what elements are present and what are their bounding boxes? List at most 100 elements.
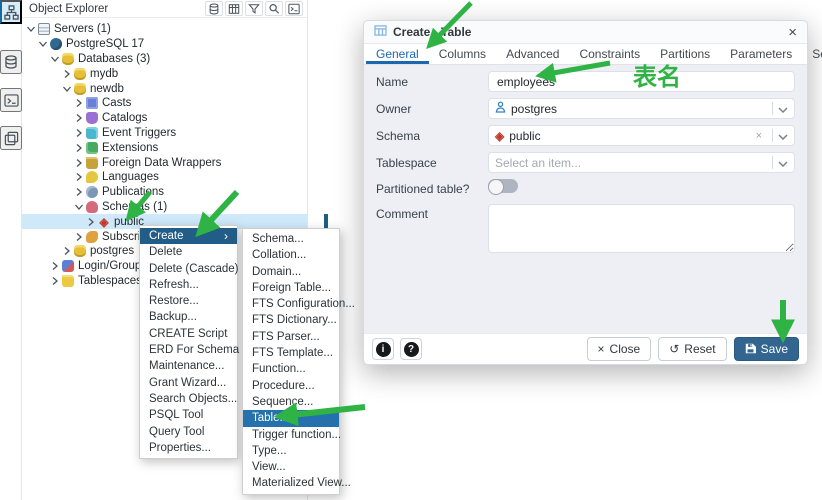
menu-item-table[interactable]: Table... bbox=[243, 410, 339, 426]
expand-caret-icon[interactable] bbox=[74, 232, 84, 242]
menu-item-fts-dictionary[interactable]: FTS Dictionary... bbox=[243, 312, 339, 328]
expand-caret-icon[interactable] bbox=[50, 276, 60, 286]
menu-item-properties[interactable]: Properties... bbox=[140, 440, 237, 456]
tree-item-databases-3[interactable]: Databases (3) bbox=[22, 52, 307, 67]
terminal-icon[interactable] bbox=[0, 88, 22, 112]
tree-item-extensions[interactable]: Extensions bbox=[22, 140, 307, 155]
collapse-caret-icon[interactable] bbox=[74, 202, 84, 212]
schema-select[interactable]: ◈ public × bbox=[488, 125, 795, 146]
menu-item-grant-wizard[interactable]: Grant Wizard... bbox=[140, 375, 237, 391]
chevron-down-icon[interactable] bbox=[778, 156, 788, 170]
tree-item-mydb[interactable]: mydb bbox=[22, 66, 307, 81]
expand-caret-icon[interactable] bbox=[74, 158, 84, 168]
tab-partitions[interactable]: Partitions bbox=[650, 44, 720, 64]
menu-item-type[interactable]: Type... bbox=[243, 443, 339, 459]
expand-caret-icon[interactable] bbox=[74, 128, 84, 138]
menu-item-trigger-function[interactable]: Trigger function... bbox=[243, 427, 339, 443]
tree-item-schemas-1[interactable]: Schemas (1) bbox=[22, 200, 307, 215]
close-icon[interactable]: × bbox=[788, 25, 797, 40]
tree-item-label: newdb bbox=[90, 83, 124, 95]
menu-item-maintenance[interactable]: Maintenance... bbox=[140, 358, 237, 374]
owner-select[interactable]: postgres bbox=[488, 98, 795, 119]
partitioned-toggle[interactable] bbox=[488, 179, 518, 193]
menu-item-delete[interactable]: Delete bbox=[140, 244, 237, 260]
expand-caret-icon[interactable] bbox=[86, 217, 96, 227]
menu-item-erd-for-schema[interactable]: ERD For Schema bbox=[140, 342, 237, 358]
menu-item-restore[interactable]: Restore... bbox=[140, 293, 237, 309]
tree-item-postgresql-17[interactable]: PostgreSQL 17 bbox=[22, 37, 307, 52]
menu-item-sequence[interactable]: Sequence... bbox=[243, 394, 339, 410]
menu-item-collation[interactable]: Collation... bbox=[243, 247, 339, 263]
expand-caret-icon[interactable] bbox=[74, 113, 84, 123]
tablespace-select[interactable]: Select an item... bbox=[488, 152, 795, 173]
subscriptions-icon bbox=[86, 231, 98, 243]
chevron-down-icon[interactable] bbox=[778, 129, 788, 143]
psql-quick-icon[interactable] bbox=[285, 1, 303, 16]
expand-caret-icon[interactable] bbox=[74, 187, 84, 197]
help-button[interactable]: ? bbox=[400, 338, 422, 360]
filter-icon[interactable] bbox=[245, 1, 263, 16]
tree-item-languages[interactable]: Languages bbox=[22, 170, 307, 185]
dependencies-icon[interactable] bbox=[0, 50, 22, 74]
collapse-caret-icon[interactable] bbox=[62, 84, 72, 94]
menu-item-query-tool[interactable]: Query Tool bbox=[140, 424, 237, 440]
tab-parameters[interactable]: Parameters bbox=[720, 44, 802, 64]
chevron-down-icon[interactable] bbox=[778, 102, 788, 116]
menu-item-psql-tool[interactable]: PSQL Tool bbox=[140, 407, 237, 423]
expand-caret-icon[interactable] bbox=[62, 69, 72, 79]
menu-item-domain[interactable]: Domain... bbox=[243, 264, 339, 280]
panel-title: Object Explorer bbox=[29, 3, 205, 15]
sql-info-button[interactable]: i bbox=[372, 338, 394, 360]
menu-item-schema[interactable]: Schema... bbox=[243, 231, 339, 247]
save-button[interactable]: Save bbox=[734, 337, 799, 361]
collapse-caret-icon[interactable] bbox=[26, 24, 36, 34]
menu-item-create-script[interactable]: CREATE Script bbox=[140, 326, 237, 342]
database-quick-icon[interactable] bbox=[205, 1, 223, 16]
expand-caret-icon[interactable] bbox=[74, 143, 84, 153]
search-icon[interactable] bbox=[265, 1, 283, 16]
menu-item-backup[interactable]: Backup... bbox=[140, 309, 237, 325]
tree-item-casts[interactable]: Casts bbox=[22, 96, 307, 111]
tree-item-newdb[interactable]: newdb bbox=[22, 81, 307, 96]
tab-constraints[interactable]: Constraints bbox=[569, 44, 650, 64]
menu-item-fts-parser[interactable]: FTS Parser... bbox=[243, 329, 339, 345]
menu-item-delete-cascade[interactable]: Delete (Cascade) bbox=[140, 261, 237, 277]
tab-advanced[interactable]: Advanced bbox=[496, 44, 569, 64]
expand-caret-icon[interactable] bbox=[50, 261, 60, 271]
reset-button[interactable]: ↺ Reset bbox=[658, 337, 726, 361]
menu-item-materialized-view[interactable]: Materialized View... bbox=[243, 475, 339, 491]
tree-item-label: Databases (3) bbox=[78, 53, 150, 65]
collapse-caret-icon[interactable] bbox=[50, 54, 60, 64]
tree-item-event-triggers[interactable]: Event Triggers bbox=[22, 126, 307, 141]
menu-item-refresh[interactable]: Refresh... bbox=[140, 277, 237, 293]
menu-item-function[interactable]: Function... bbox=[243, 361, 339, 377]
collapse-caret-icon[interactable] bbox=[38, 39, 48, 49]
menu-item-view[interactable]: View... bbox=[243, 459, 339, 475]
expand-caret-icon[interactable] bbox=[74, 172, 84, 182]
object-explorer-icon[interactable] bbox=[0, 0, 22, 24]
tree-item-publications[interactable]: Publications bbox=[22, 185, 307, 200]
menu-item-fts-configuration[interactable]: FTS Configuration... bbox=[243, 296, 339, 312]
tab-general[interactable]: General bbox=[366, 44, 429, 64]
clear-icon[interactable]: × bbox=[751, 130, 767, 142]
left-icon-rail bbox=[0, 0, 22, 500]
tree-item-catalogs[interactable]: Catalogs bbox=[22, 111, 307, 126]
menu-item-fts-template[interactable]: FTS Template... bbox=[243, 345, 339, 361]
expand-caret-icon[interactable] bbox=[74, 98, 84, 108]
tree-item-foreign-data-wrappers[interactable]: Foreign Data Wrappers bbox=[22, 155, 307, 170]
close-button[interactable]: × Close bbox=[587, 337, 652, 361]
schema-icon: ◈ bbox=[98, 216, 110, 228]
menu-item-foreign-table[interactable]: Foreign Table... bbox=[243, 280, 339, 296]
comment-textarea[interactable] bbox=[488, 204, 795, 253]
menu-item-procedure[interactable]: Procedure... bbox=[243, 378, 339, 394]
expand-caret-icon[interactable] bbox=[62, 246, 72, 256]
tab-security[interactable]: Security bbox=[802, 44, 822, 64]
menu-item-search-objects[interactable]: Search Objects... bbox=[140, 391, 237, 407]
tree-item-label: Foreign Data Wrappers bbox=[102, 157, 221, 169]
menu-item-create[interactable]: Create› bbox=[140, 228, 237, 244]
tab-columns[interactable]: Columns bbox=[429, 44, 496, 64]
table-quick-icon[interactable] bbox=[225, 1, 243, 16]
name-input[interactable] bbox=[488, 71, 795, 92]
workspace-icon[interactable] bbox=[0, 126, 22, 150]
tree-item-servers-1[interactable]: Servers (1) bbox=[22, 22, 307, 37]
